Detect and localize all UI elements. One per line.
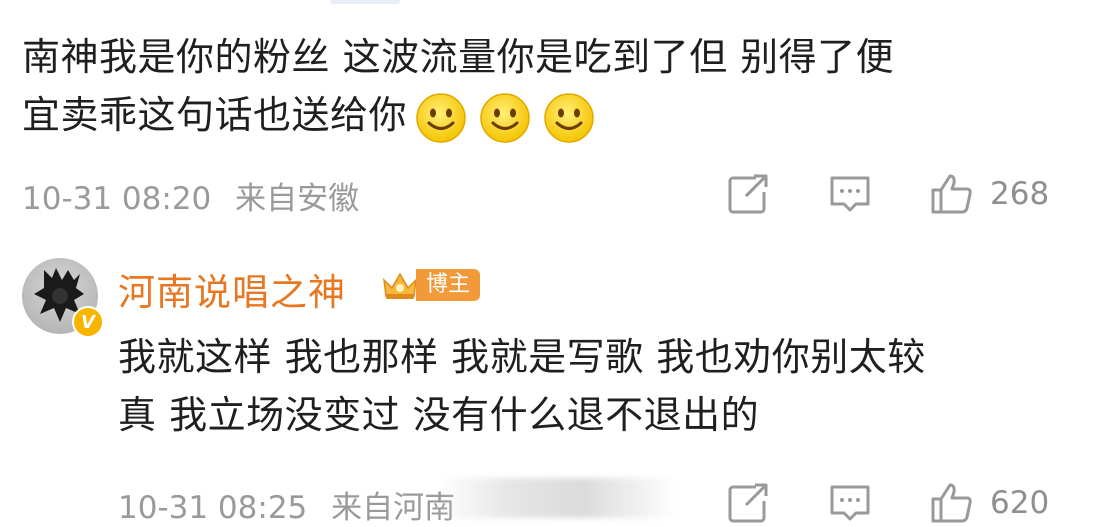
- comment-location: 来自安徽: [235, 181, 360, 217]
- reply-like-count: 620: [990, 485, 1050, 521]
- share-icon[interactable]: [726, 481, 770, 525]
- comment-icon[interactable]: [828, 172, 872, 216]
- reply-timestamp: 10-31 08:25: [118, 490, 308, 526]
- reply-actions: 620: [726, 481, 1049, 525]
- reply-username[interactable]: 河南说唱之神: [118, 262, 346, 316]
- reply-text-line-1: 我就这样 我也那样 我就是写歌 我也劝你别太较: [118, 335, 926, 379]
- comment-text-line-2-content: 宜卖乖这句话也送给你: [22, 93, 408, 137]
- comment-icon[interactable]: [828, 481, 872, 525]
- like-icon[interactable]: [930, 172, 974, 216]
- comment-text-line-1: 南神我是你的粉丝 这波流量你是吃到了但 别得了便: [22, 35, 895, 79]
- smile-emoji-icon: [544, 92, 594, 143]
- reply-text: 我就这样 我也那样 我就是写歌 我也劝你别太较 真 我立场没变过 没有什么退不退…: [118, 328, 1078, 444]
- smile-emoji-icon: [480, 92, 530, 143]
- crown-icon: [382, 272, 418, 299]
- reply-location: 来自河南: [331, 490, 456, 526]
- watermark-blur: [438, 478, 678, 518]
- comment-actions: 268: [726, 172, 1049, 216]
- emoji-group: [415, 92, 595, 144]
- cropped-previous-line: [22, 0, 322, 8]
- comment-like-count: 268: [990, 176, 1050, 212]
- comment-text: 南神我是你的粉丝 这波流量你是吃到了但 别得了便 宜卖乖这句话也送给你: [22, 28, 1072, 144]
- cropped-badge: [330, 0, 400, 4]
- comment-meta: 10-31 08:20 来自安徽: [22, 173, 359, 218]
- blogger-badge: 博主: [380, 268, 481, 302]
- verified-badge: V: [72, 306, 104, 338]
- reply-text-line-2: 真 我立场没变过 没有什么退不退出的: [118, 393, 760, 437]
- smile-emoji-icon: [416, 92, 466, 143]
- reply-meta: 10-31 08:25 来自河南: [118, 482, 455, 527]
- comment-text-line-2: 宜卖乖这句话也送给你: [22, 86, 1072, 144]
- blogger-label: 博主: [416, 269, 481, 301]
- share-icon[interactable]: [726, 172, 770, 216]
- like-icon[interactable]: [930, 481, 974, 525]
- comment-timestamp: 10-31 08:20: [22, 181, 212, 217]
